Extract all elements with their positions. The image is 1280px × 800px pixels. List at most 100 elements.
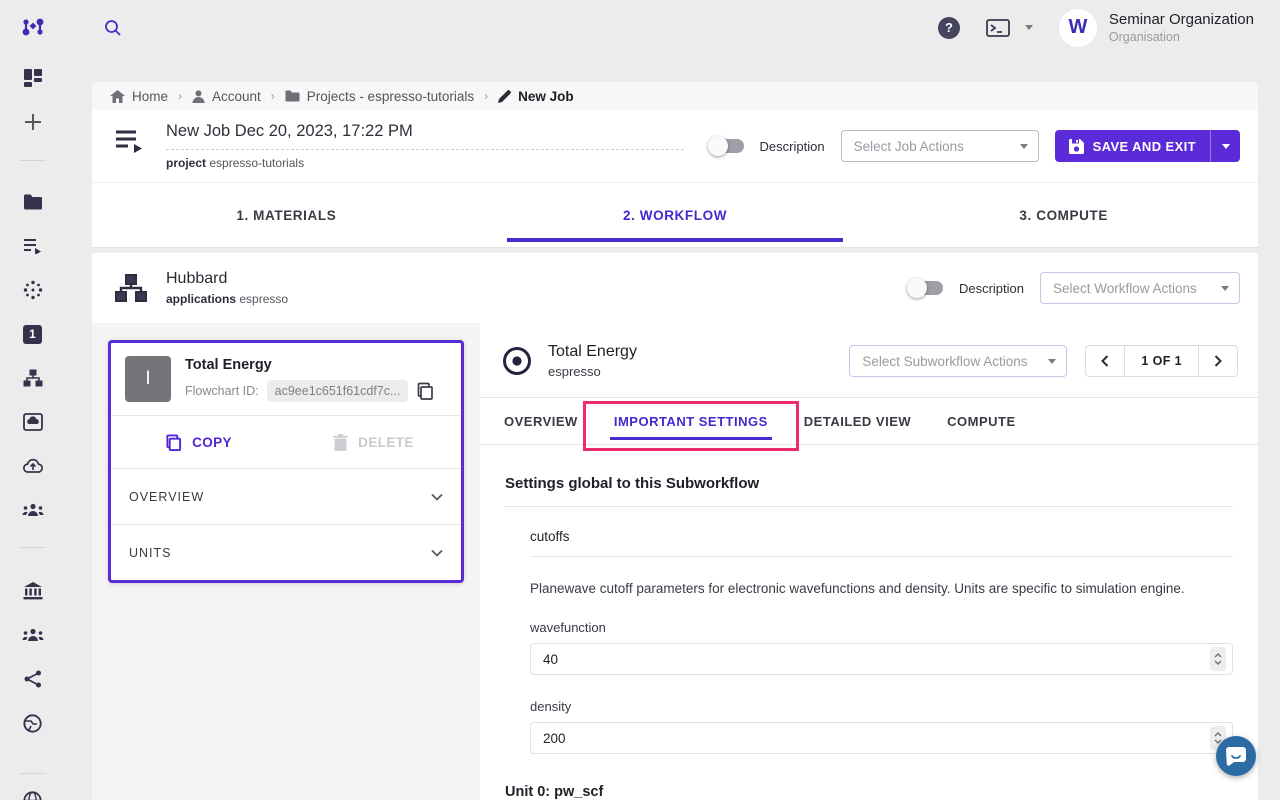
applications-label: applications [166, 292, 236, 306]
sidebar-item-jobs[interactable] [0, 231, 65, 261]
units-accordion[interactable]: UNITS [111, 524, 461, 580]
tab-detailed-view[interactable]: DETAILED VIEW [786, 398, 929, 444]
sidebar-item-workflows[interactable] [0, 363, 65, 393]
chevron-right-icon: › [271, 89, 275, 103]
cutoffs-group-label: cutoffs [530, 529, 1233, 557]
workflow-actions-placeholder: Select Workflow Actions [1053, 281, 1197, 296]
org-chart-icon [114, 273, 148, 303]
sidebar-item-create[interactable] [0, 107, 65, 137]
sidebar-divider [20, 160, 46, 161]
density-input[interactable] [543, 731, 1210, 746]
subworkflow-actions-select[interactable]: Select Subworkflow Actions [849, 345, 1067, 377]
workflow-actions-select[interactable]: Select Workflow Actions [1040, 272, 1240, 304]
home-icon [110, 90, 125, 103]
job-actions-select[interactable]: Select Job Actions [841, 130, 1039, 162]
bank-icon [23, 582, 43, 600]
pager-label: 1 OF 1 [1124, 346, 1199, 376]
sidebar-item-team[interactable] [0, 495, 65, 525]
account-menu[interactable]: W Seminar Organization Organisation [1059, 9, 1254, 47]
sidebar-divider [20, 773, 46, 774]
tab-compute[interactable]: 3. COMPUTE [869, 183, 1258, 247]
breadcrumb-current[interactable]: New Job [498, 89, 574, 104]
accordion-label: OVERVIEW [129, 490, 204, 504]
sidebar-item-groups[interactable] [0, 620, 65, 650]
save-and-exit-button[interactable]: SAVE AND EXIT [1055, 130, 1240, 162]
description-toggle[interactable] [708, 137, 744, 155]
sidebar-item-upload[interactable] [0, 451, 65, 481]
flowchart-id-label: Flowchart ID: [185, 384, 259, 398]
breadcrumb-account[interactable]: Account [192, 89, 261, 104]
copy-id-icon[interactable] [416, 382, 434, 400]
app-logo-icon[interactable] [0, 14, 65, 42]
important-settings-body: Settings global to this Subworkflow cuto… [480, 445, 1258, 800]
chat-launcher-button[interactable] [1216, 736, 1256, 776]
pager-next-button[interactable] [1199, 346, 1237, 376]
copy-button-label: COPY [192, 435, 232, 450]
settings-section-title: Settings global to this Subworkflow [505, 475, 1233, 507]
sidebar-item-import[interactable] [0, 407, 65, 437]
workflow-title: Hubbard [166, 270, 288, 288]
sidebar-item-bank[interactable]: 1 [0, 319, 65, 349]
job-step-tabs: 1. MATERIALS 2. WORKFLOW 3. COMPUTE [92, 182, 1258, 248]
save-icon [1069, 139, 1084, 154]
tab-workflow[interactable]: 2. WORKFLOW [481, 183, 870, 247]
tab-important-settings[interactable]: IMPORTANT SETTINGS [596, 398, 786, 444]
tab-materials[interactable]: 1. MATERIALS [92, 183, 481, 247]
cloud-upload-icon [22, 458, 44, 474]
job-header: New Job Dec 20, 2023, 17:22 PM project e… [92, 110, 1258, 182]
save-dropdown-button[interactable] [1210, 130, 1240, 162]
tab-compute[interactable]: COMPUTE [929, 398, 1034, 444]
sidebar-item-institution[interactable] [0, 576, 65, 606]
sidebar-item-web[interactable] [0, 785, 65, 800]
plus-icon [24, 113, 42, 131]
left-sidebar: 1 [0, 55, 65, 800]
breadcrumb-home[interactable]: Home [110, 89, 168, 104]
console-menu-button[interactable] [986, 19, 1033, 37]
top-bar: ? W Seminar Organization Organisation [0, 0, 1280, 55]
project-label: project [166, 156, 206, 170]
sidebar-item-materials[interactable] [0, 275, 65, 305]
description-toggle-label: Description [760, 139, 825, 154]
tab-overview[interactable]: OVERVIEW [486, 398, 596, 444]
sidebar-item-explore[interactable] [0, 708, 65, 738]
wavefunction-input[interactable] [543, 652, 1210, 667]
selected-subworkflow-card[interactable]: I Total Energy Flowchart ID: ac9ee1c651f… [108, 340, 464, 583]
subworkflow-badge: I [125, 356, 171, 402]
sidebar-item-dashboard[interactable] [0, 63, 65, 93]
job-title[interactable]: New Job Dec 20, 2023, 17:22 PM [166, 122, 684, 150]
workflow-header: Hubbard applications espresso Descriptio… [92, 253, 1258, 323]
sidebar-item-projects[interactable] [0, 187, 65, 217]
trash-icon [333, 434, 348, 451]
delete-subworkflow-button[interactable]: DELETE [286, 416, 461, 468]
breadcrumb-label: Home [132, 89, 168, 104]
breadcrumb-label: New Job [518, 89, 574, 104]
number-stepper[interactable] [1210, 647, 1226, 671]
overview-accordion[interactable]: OVERVIEW [111, 468, 461, 524]
breadcrumb: Home › Account › Projects - espresso-tut… [92, 82, 1258, 110]
people-icon [22, 628, 44, 642]
search-icon[interactable] [103, 18, 123, 38]
chevron-down-icon [1048, 359, 1056, 364]
accordion-label: UNITS [129, 546, 172, 560]
workflow-applications: applications espresso [166, 292, 288, 306]
cutoffs-group-description: Planewave cutoff parameters for electron… [530, 581, 1233, 596]
globe-icon [23, 791, 42, 800]
subworkflow-card-title: Total Energy [185, 357, 434, 373]
chevron-down-icon [1025, 25, 1033, 30]
chevron-down-icon [1221, 286, 1229, 291]
dots-cluster-icon [23, 280, 43, 300]
pager-prev-button[interactable] [1086, 346, 1124, 376]
globe-icon [23, 714, 42, 733]
subworkflow-tabs: OVERVIEW IMPORTANT SETTINGS DETAILED VIE… [480, 397, 1258, 445]
terminal-icon [986, 19, 1010, 37]
chevron-right-icon: › [484, 89, 488, 103]
workflow-description-label: Description [959, 281, 1024, 296]
sidebar-item-share[interactable] [0, 664, 65, 694]
breadcrumb-project[interactable]: Projects - espresso-tutorials [285, 89, 474, 104]
org-chart-icon [23, 369, 43, 387]
workflow-description-toggle[interactable] [907, 279, 943, 297]
copy-subworkflow-button[interactable]: COPY [111, 416, 286, 468]
help-icon[interactable]: ? [938, 17, 960, 39]
density-field-label: density [530, 699, 1233, 714]
chevron-down-icon [431, 493, 443, 501]
